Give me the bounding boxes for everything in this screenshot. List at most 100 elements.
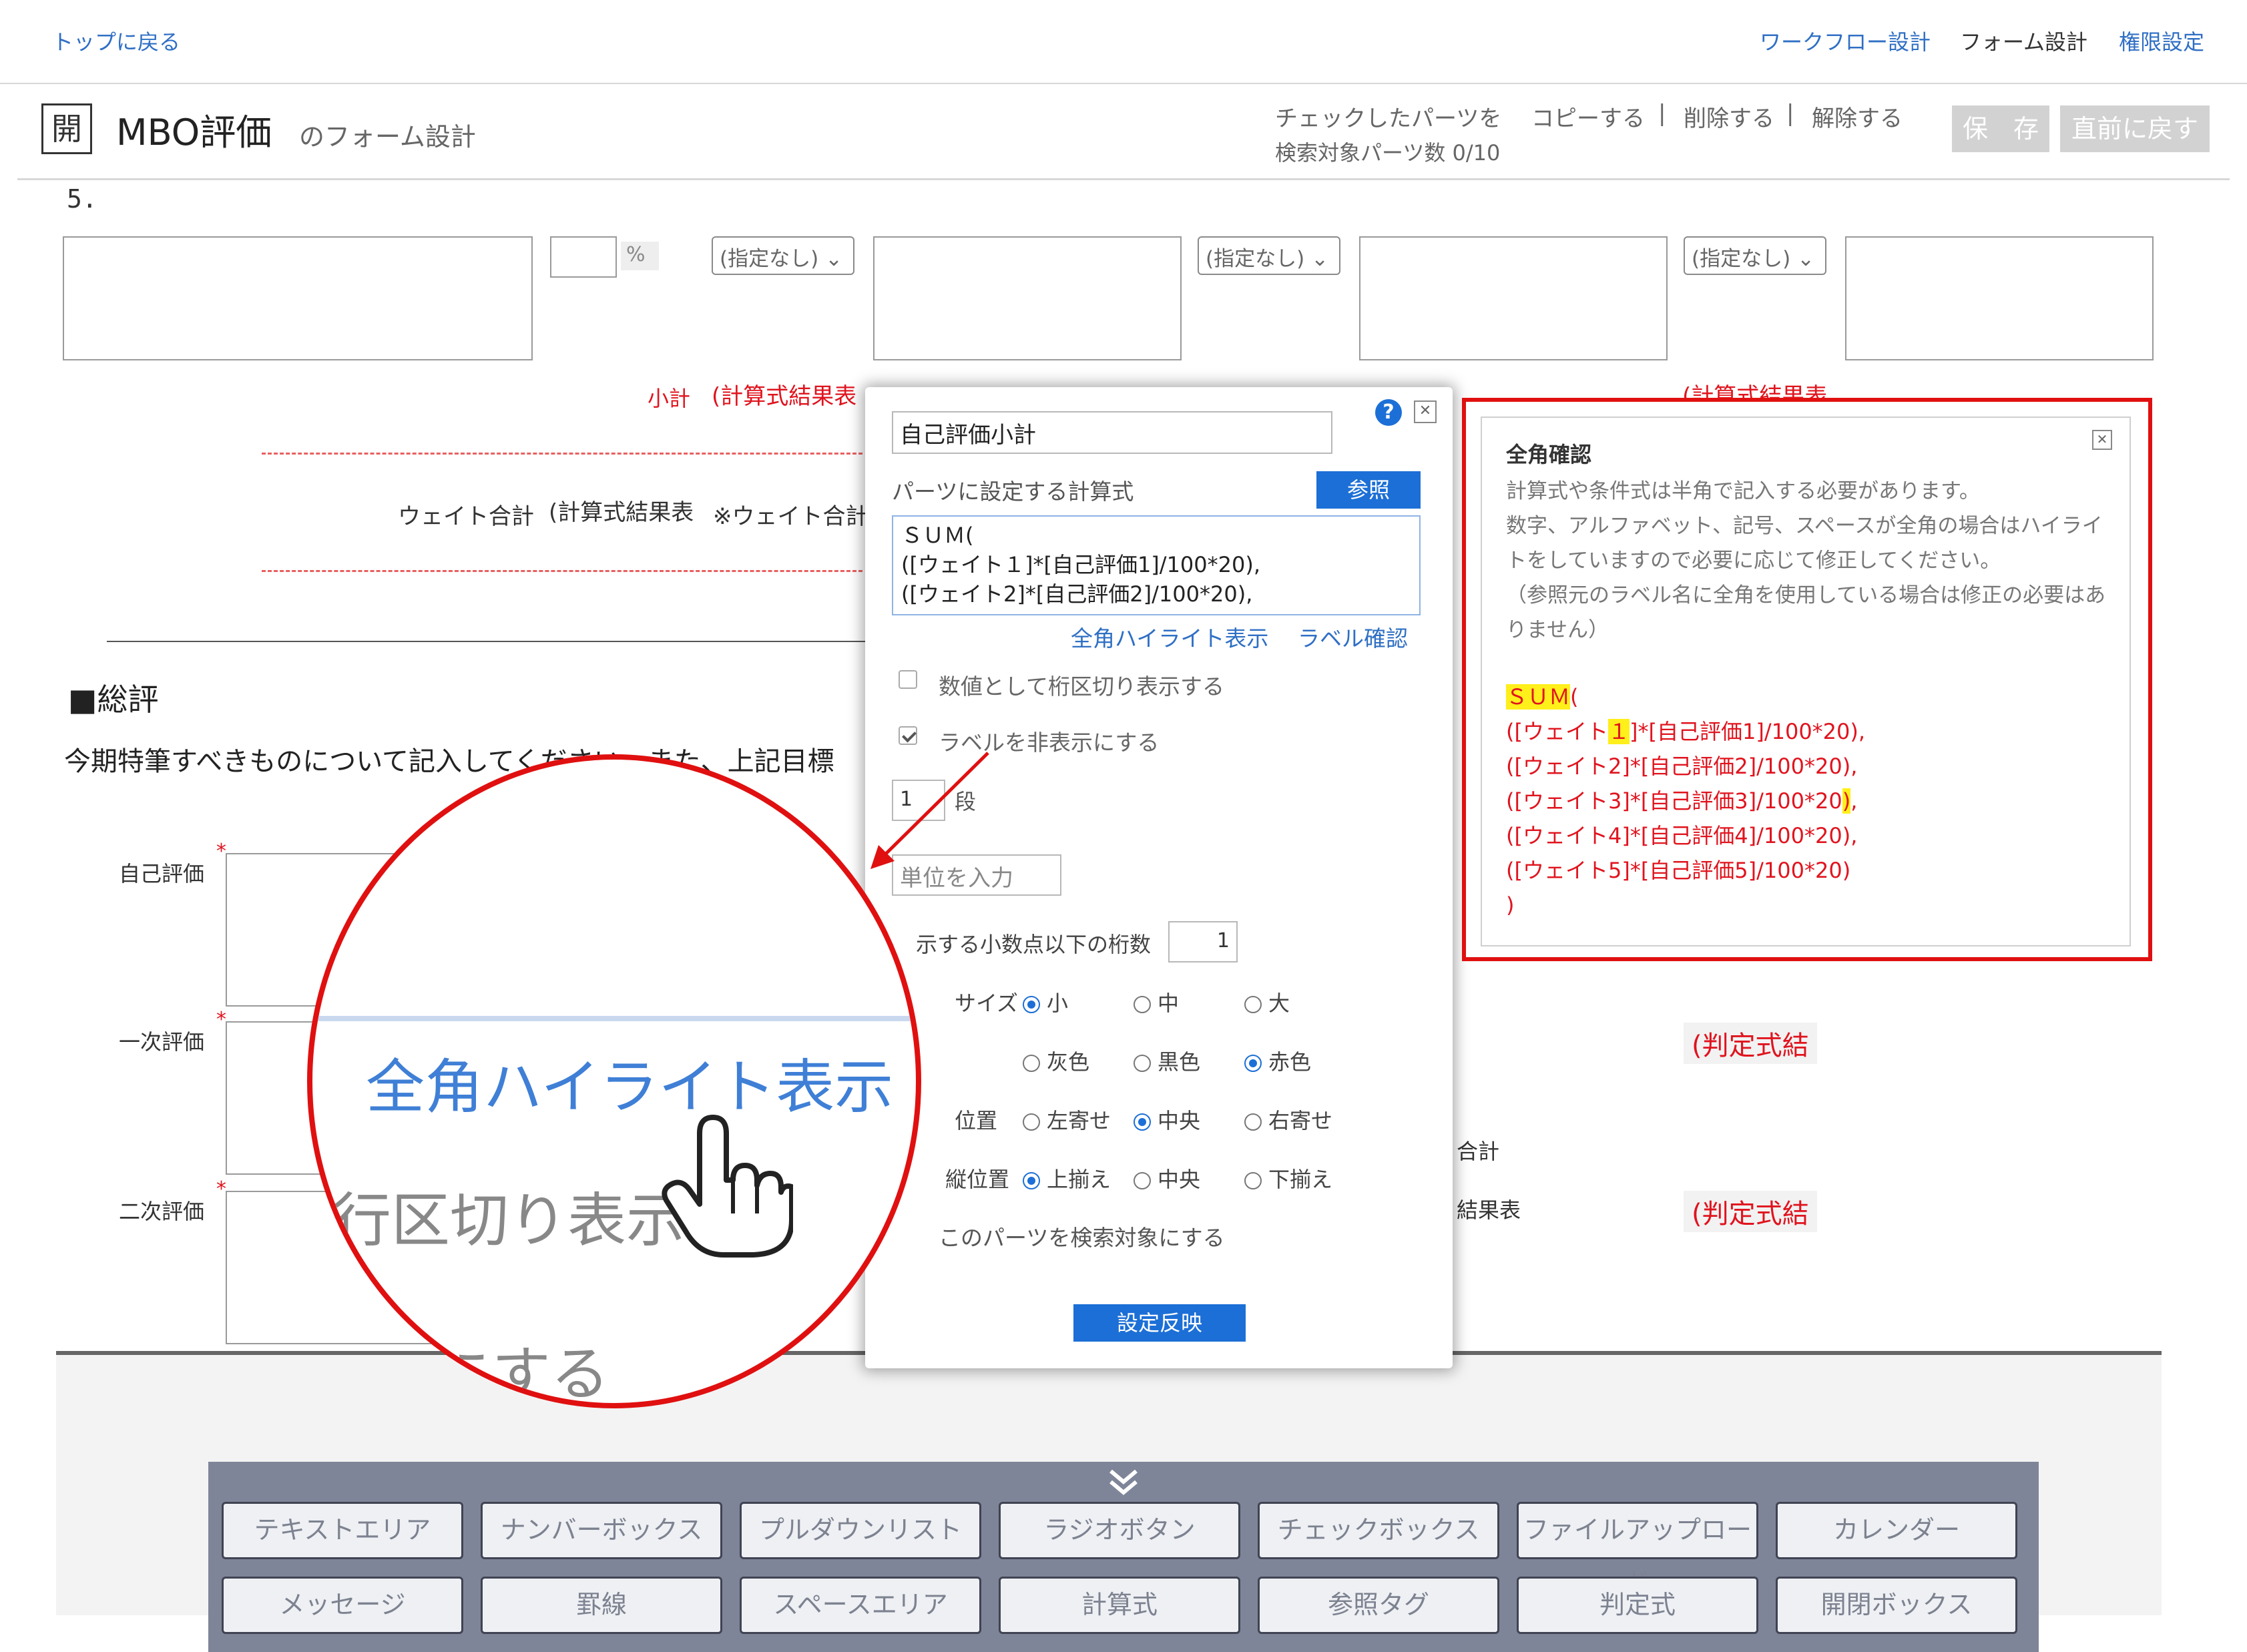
separator: |	[1786, 100, 1794, 127]
formula-textarea[interactable]: ＳＵＭ( ([ウェイト１]*[自己評価1]/100*20), ([ウェイト2]*…	[892, 515, 1421, 615]
self-eval-label: 自己評価	[119, 861, 205, 886]
close-icon[interactable]: ✕	[1414, 400, 1437, 423]
color-option-red[interactable]: 赤色	[1244, 1045, 1311, 1076]
palette-textarea-button[interactable]: テキストエリア	[222, 1502, 463, 1559]
size-option-small[interactable]: 小	[1023, 987, 1068, 1017]
radio-selected-icon	[1023, 1172, 1040, 1189]
vpos-option-top[interactable]: 上揃え	[1023, 1163, 1111, 1193]
search-target-label[interactable]: このパーツを検索対象にする	[939, 1220, 1225, 1252]
hpos-option-center[interactable]: 中央	[1134, 1104, 1200, 1135]
num-separator-label: 数値として桁区切り表示する	[939, 673, 1225, 700]
palette-calendar-button[interactable]: カレンダー	[1776, 1502, 2017, 1559]
zenkaku-highlight-link[interactable]: 全角ハイライト表示	[1071, 621, 1268, 653]
formula-line: ([ウェイト2]*[自己評価2]/100*20),	[901, 581, 1253, 607]
palette-rule-button[interactable]: 罫線	[481, 1577, 722, 1634]
revert-button[interactable]: 直前に戻す	[2060, 105, 2210, 152]
zenkaku-highlight: １	[1607, 719, 1630, 744]
palette-collapsible-button[interactable]: 開閉ボックス	[1776, 1577, 2017, 1634]
option-label: 上揃え	[1047, 1167, 1111, 1192]
apply-settings-button[interactable]: 設定反映	[1073, 1304, 1246, 1342]
radio-icon	[1134, 1172, 1151, 1189]
palette-fileupload-button[interactable]: ファイルアップロード	[1517, 1502, 1758, 1597]
weight-note: ※ウェイト合計	[713, 503, 868, 530]
calc-result-1: (計算式結果表	[712, 383, 857, 410]
zenkaku-highlight: )	[1842, 788, 1851, 814]
copy-link[interactable]: コピーする	[1531, 100, 1645, 133]
chevron-down-icon: ⌄	[825, 247, 843, 271]
part-name-input[interactable]: 自己評価小計	[892, 411, 1332, 454]
back-to-top-link[interactable]: トップに戻る	[52, 25, 180, 56]
nav-permission-link[interactable]: 権限設定	[2119, 25, 2204, 56]
hpos-option-left[interactable]: 左寄せ	[1023, 1104, 1111, 1135]
section-divider	[107, 641, 868, 642]
radio-icon	[1244, 1172, 1262, 1189]
section-number: 5.	[67, 184, 97, 214]
formula-text: ]*[自己評価1]/100*20),	[1630, 719, 1866, 744]
palette-message-button[interactable]: メッセージ	[222, 1577, 463, 1634]
vpos-label: 縦位置	[945, 1167, 1010, 1192]
palette-numberbox-button[interactable]: ナンバーボックス	[481, 1502, 722, 1559]
required-mark: *	[216, 1177, 226, 1201]
help-icon[interactable]: ?	[1375, 399, 1402, 426]
search-count: 検索対象パーツ数 0/10	[1275, 140, 1501, 166]
save-button[interactable]: 保 存	[1952, 105, 2049, 152]
separator: |	[1658, 100, 1666, 127]
select-dropdown-2[interactable]: (指定なし) ⌄	[1198, 236, 1340, 275]
palette-formula-button[interactable]: 計算式	[999, 1577, 1240, 1634]
right-total-label: 合計	[1457, 1139, 1500, 1164]
palette-judge-button[interactable]: 判定式	[1517, 1577, 1758, 1634]
textarea-2[interactable]	[873, 236, 1182, 360]
magnified-zenkaku-link: 全角ハイライト表示	[366, 1053, 894, 1121]
zenkaku-highlight: ＳＵＭ	[1506, 684, 1571, 710]
formula-label: パーツに設定する計算式	[892, 479, 1134, 505]
textarea-4[interactable]	[1845, 236, 2154, 360]
goal-textarea[interactable]	[63, 236, 533, 360]
nav-form-current: フォーム設計	[1960, 29, 2088, 55]
hpos-option-right[interactable]: 右寄せ	[1244, 1104, 1332, 1135]
delete-link[interactable]: 削除する	[1684, 100, 1774, 133]
decimal-input[interactable]: 1	[1168, 921, 1238, 962]
select-value: (指定なし)	[720, 247, 819, 271]
color-option-black[interactable]: 黒色	[1134, 1045, 1200, 1076]
close-icon[interactable]: ✕	[2092, 430, 2112, 450]
vpos-option-bottom[interactable]: 下揃え	[1244, 1163, 1332, 1193]
select-dropdown-3[interactable]: (指定なし) ⌄	[1684, 236, 1826, 275]
textarea-3[interactable]	[1359, 236, 1668, 360]
radio-icon	[1134, 996, 1151, 1013]
required-mark: *	[216, 840, 226, 863]
nav-workflow-link[interactable]: ワークフロー設計	[1760, 25, 1931, 56]
subtotal-label: 小計	[648, 386, 691, 411]
palette-radio-button[interactable]: ラジオボタン	[999, 1502, 1240, 1559]
header-divider	[17, 178, 2230, 180]
hide-label-checkbox[interactable]	[899, 726, 917, 745]
radio-selected-icon	[1023, 996, 1040, 1013]
palette-reftag-button[interactable]: 参照タグ	[1258, 1577, 1499, 1634]
select-dropdown-1[interactable]: (指定なし) ⌄	[712, 236, 854, 275]
palette-checkbox-button[interactable]: チェックボックス	[1258, 1502, 1499, 1559]
chevron-double-down-icon[interactable]	[1107, 1467, 1140, 1496]
option-label: 灰色	[1047, 1049, 1090, 1075]
dashed-divider	[262, 453, 862, 455]
size-option-medium[interactable]: 中	[1134, 987, 1179, 1017]
num-separator-checkbox[interactable]	[899, 670, 917, 689]
option-label: 中央	[1158, 1167, 1201, 1192]
zenkaku-description: 計算式や条件式は半角で記入する必要があります。 数字、アルファベット、記号、スペ…	[1506, 474, 2120, 647]
dashed-divider	[262, 570, 862, 572]
palette-spacearea-button[interactable]: スペースエリア	[740, 1577, 981, 1634]
color-option-gray[interactable]: 灰色	[1023, 1045, 1089, 1076]
palette-pulldown-button[interactable]: プルダウンリスト	[740, 1502, 981, 1559]
desc-line: 数字、アルファベット、記号、スペースが全角の場合はハイライ	[1506, 514, 2103, 538]
chevron-down-icon: ⌄	[1797, 247, 1815, 271]
page-title: MBO評価	[116, 111, 272, 154]
formula-text: ([ウェイト3]*[自己評価3]/100*20	[1506, 788, 1842, 814]
vpos-option-middle[interactable]: 中央	[1134, 1163, 1200, 1193]
formula-text: ([ウェイト2]*[自己評価2]/100*20),	[1506, 754, 1858, 779]
reference-button[interactable]: 参照	[1316, 471, 1421, 509]
label-check-link[interactable]: ラベル確認	[1298, 621, 1408, 653]
summary-title: ■総評	[68, 681, 159, 718]
desc-line: トをしていますので必要に応じて修正してください。	[1506, 549, 2001, 573]
size-option-large[interactable]: 大	[1244, 987, 1290, 1017]
option-label: 右寄せ	[1268, 1108, 1333, 1133]
weight-input[interactable]	[550, 236, 617, 278]
release-link[interactable]: 解除する	[1812, 100, 1903, 133]
